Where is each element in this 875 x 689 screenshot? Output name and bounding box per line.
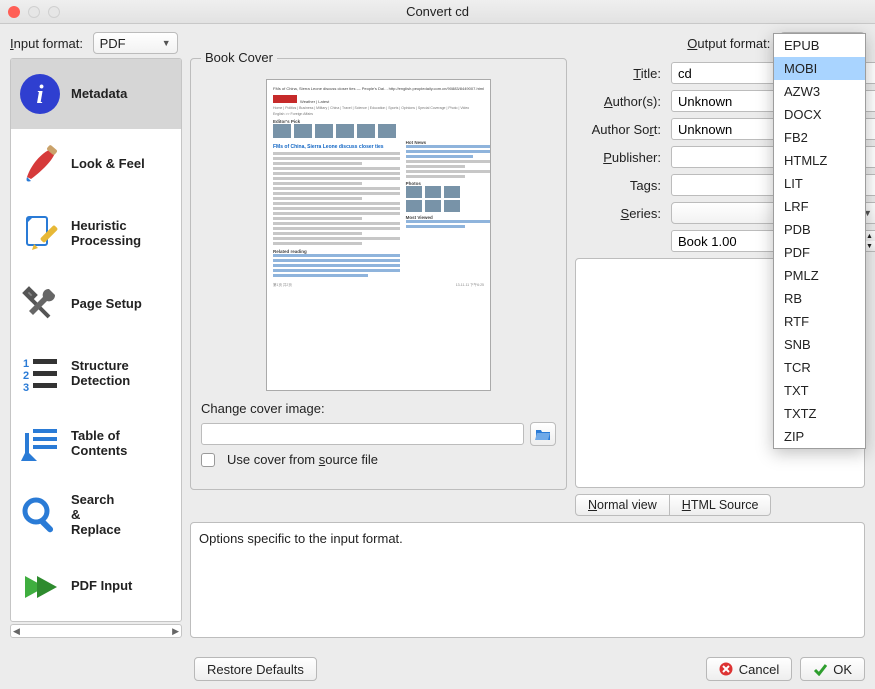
sidebar-item-pdf-input[interactable]: PDF Input bbox=[11, 552, 181, 622]
svg-text:3: 3 bbox=[23, 382, 29, 394]
cancel-button[interactable]: Cancel bbox=[706, 657, 792, 681]
sidebar-horiz-scrollbar[interactable]: ◀ ▶ bbox=[10, 624, 182, 638]
output-format-option[interactable]: TCR bbox=[774, 356, 865, 379]
cancel-icon bbox=[719, 662, 733, 676]
tags-label: Tags: bbox=[575, 178, 665, 193]
authors-label: Author(s): bbox=[575, 94, 665, 109]
info-icon: i bbox=[19, 73, 61, 115]
ok-check-icon bbox=[813, 662, 827, 676]
output-format-option[interactable]: RB bbox=[774, 287, 865, 310]
input-format-group: Input format: PDF ▼ bbox=[10, 32, 178, 54]
output-format-option[interactable]: PMLZ bbox=[774, 264, 865, 287]
sidebar-item-metadata[interactable]: i Metadata bbox=[11, 59, 181, 129]
input-format-select[interactable]: PDF ▼ bbox=[93, 32, 178, 54]
output-format-option[interactable]: PDF bbox=[774, 241, 865, 264]
output-format-option[interactable]: FB2 bbox=[774, 126, 865, 149]
sidebar-item-page-setup[interactable]: Page Setup bbox=[11, 269, 181, 339]
output-format-option[interactable]: HTMLZ bbox=[774, 149, 865, 172]
window-title: Convert cd bbox=[0, 4, 875, 19]
output-format-option[interactable]: AZW3 bbox=[774, 80, 865, 103]
tools-icon bbox=[19, 283, 61, 325]
arrow-right-icon bbox=[19, 566, 61, 608]
output-format-label: Output format: bbox=[687, 36, 770, 51]
sidebar-item-heuristic[interactable]: Heuristic Processing bbox=[11, 199, 181, 269]
series-label: Series: bbox=[575, 206, 665, 221]
numbered-list-icon: 123 bbox=[19, 353, 61, 395]
output-format-option[interactable]: MOBI bbox=[774, 57, 865, 80]
use-source-cover-checkbox[interactable] bbox=[201, 453, 215, 467]
input-options-textbox[interactable]: Options specific to the input format. bbox=[190, 522, 865, 638]
svg-text:2: 2 bbox=[23, 370, 29, 382]
svg-text:1: 1 bbox=[23, 358, 29, 370]
sidebar-item-toc[interactable]: Table of Contents bbox=[11, 409, 181, 479]
output-format-option[interactable]: SNB bbox=[774, 333, 865, 356]
input-options-placeholder: Options specific to the input format. bbox=[199, 531, 403, 546]
output-format-option[interactable]: DOCX bbox=[774, 103, 865, 126]
book-cover-legend: Book Cover bbox=[201, 50, 277, 65]
sidebar-item-look-feel[interactable]: Look & Feel bbox=[11, 129, 181, 199]
publisher-label: Publisher: bbox=[575, 150, 665, 165]
input-format-label: Input format: bbox=[10, 36, 83, 51]
restore-defaults-button[interactable]: Restore Defaults bbox=[194, 657, 317, 681]
document-pencil-icon bbox=[19, 213, 61, 255]
magnifier-icon bbox=[19, 494, 61, 536]
output-format-option[interactable]: LIT bbox=[774, 172, 865, 195]
title-label: Title: bbox=[575, 66, 665, 81]
paintbrush-icon bbox=[19, 143, 61, 185]
output-format-option[interactable]: LRF bbox=[774, 195, 865, 218]
window-titlebar: Convert cd bbox=[0, 0, 875, 24]
output-format-option[interactable]: EPUB bbox=[774, 34, 865, 57]
svg-text:i: i bbox=[36, 80, 44, 109]
toc-icon bbox=[19, 423, 61, 465]
scroll-left-icon[interactable]: ◀ bbox=[13, 626, 20, 637]
output-format-option[interactable]: TXT bbox=[774, 379, 865, 402]
cover-preview-image: FMs of China, Sierra Leone discuss close… bbox=[266, 79, 491, 391]
output-format-option[interactable]: TXTZ bbox=[774, 402, 865, 425]
scroll-right-icon[interactable]: ▶ bbox=[172, 626, 179, 637]
folder-open-icon bbox=[535, 427, 551, 441]
book-cover-group: Book Cover FMs of China, Sierra Leone di… bbox=[190, 58, 567, 490]
chevron-down-icon: ▼ bbox=[162, 38, 171, 48]
authorsort-label: Author Sort: bbox=[575, 122, 665, 137]
comments-view-tabs: Normal view HTML Source bbox=[575, 494, 865, 516]
use-source-cover-label: Use cover from source file bbox=[227, 452, 378, 467]
ok-button[interactable]: OK bbox=[800, 657, 865, 681]
tab-normal-view[interactable]: Normal view bbox=[575, 494, 670, 516]
output-format-option[interactable]: ZIP bbox=[774, 425, 865, 448]
output-format-dropdown-list[interactable]: EPUBMOBIAZW3DOCXFB2HTMLZLITLRFPDBPDFPMLZ… bbox=[773, 33, 866, 449]
sidebar-item-label: Heuristic Processing bbox=[71, 219, 141, 249]
sidebar-item-structure[interactable]: 123 Structure Detection bbox=[11, 339, 181, 409]
use-source-cover-row: Use cover from source file bbox=[201, 452, 556, 467]
cover-path-input[interactable] bbox=[201, 423, 524, 445]
output-format-option[interactable]: PDB bbox=[774, 218, 865, 241]
browse-cover-button[interactable] bbox=[530, 422, 556, 446]
tab-html-source[interactable]: HTML Source bbox=[670, 494, 772, 516]
change-cover-label: Change cover image: bbox=[201, 401, 556, 416]
section-sidebar[interactable]: i Metadata Look & Feel Heuristic Process… bbox=[10, 58, 182, 622]
output-format-option[interactable]: RTF bbox=[774, 310, 865, 333]
sidebar-item-search-replace[interactable]: Search & Replace bbox=[11, 479, 181, 552]
